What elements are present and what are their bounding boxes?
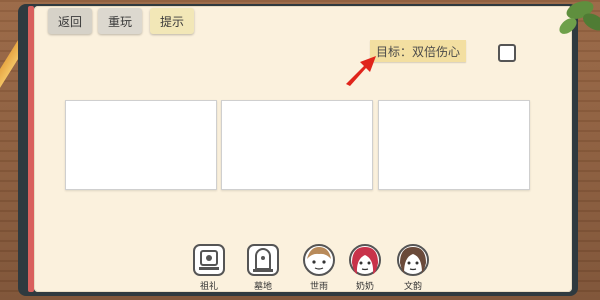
- token-graveyard[interactable]: 墓地: [244, 243, 282, 293]
- token-wenyun[interactable]: 文韵: [394, 243, 432, 293]
- token-boy[interactable]: 世雨: [300, 243, 338, 293]
- goal-label: 目标：双倍伤心: [376, 44, 461, 59]
- story-slot-1[interactable]: [65, 100, 217, 190]
- story-slot-2[interactable]: [221, 100, 373, 190]
- hint-button-label: 提示: [159, 14, 184, 29]
- token-label: 世雨: [309, 282, 328, 292]
- boy-avatar-icon: [303, 244, 335, 276]
- token-label: 文韵: [403, 282, 422, 292]
- goal-checkbox: [498, 44, 516, 62]
- red-arrow-icon: [346, 56, 376, 86]
- replay-button-label: 重玩: [107, 14, 132, 29]
- back-button[interactable]: 返回: [48, 8, 92, 34]
- token-label: 祖礼: [199, 282, 218, 292]
- red-hair-girl-avatar-icon: [349, 244, 381, 276]
- hint-button[interactable]: 提示: [150, 8, 194, 34]
- story-slot-3[interactable]: [378, 100, 530, 190]
- token-ritual[interactable]: 祖礼: [190, 243, 228, 293]
- replay-button[interactable]: 重玩: [98, 8, 142, 34]
- brown-hair-girl-avatar-icon: [397, 244, 429, 276]
- tombstone-icon: [247, 244, 279, 276]
- token-label: 奶奶: [355, 282, 374, 292]
- plant-icon: [559, 1, 600, 34]
- token-label: 墓地: [253, 282, 272, 292]
- ritual-icon: [193, 244, 225, 276]
- token-grandma[interactable]: 奶奶: [346, 243, 384, 293]
- back-button-label: 返回: [57, 14, 82, 29]
- goal-note: 目标：双倍伤心: [370, 40, 467, 62]
